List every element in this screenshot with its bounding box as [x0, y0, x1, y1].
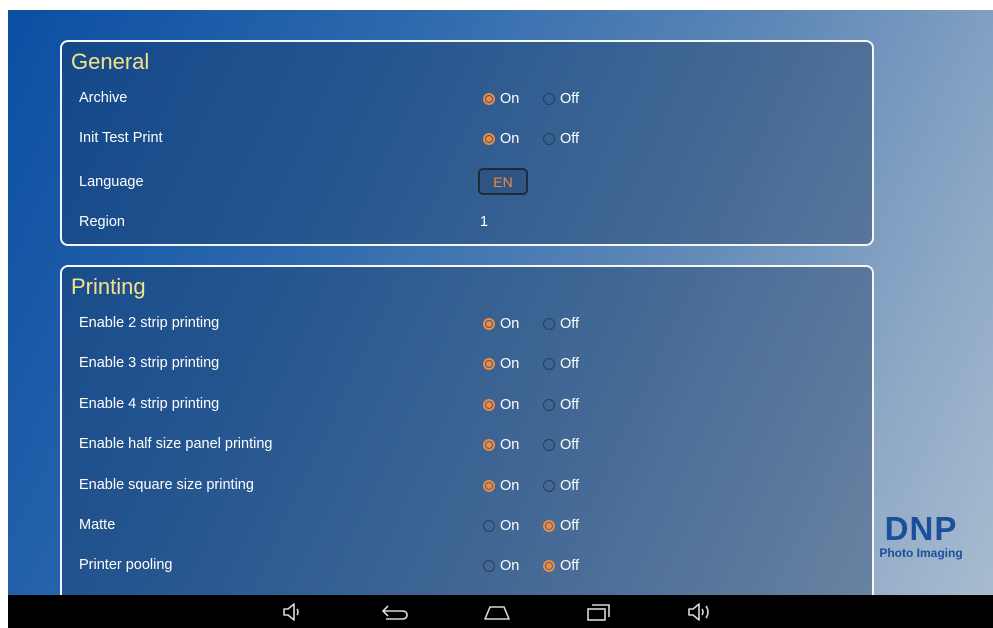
printing-row-6-off-label: Off — [560, 518, 580, 534]
printing-row-7-off-option[interactable]: Off — [543, 556, 579, 576]
radio-unchecked-icon[interactable] — [543, 93, 555, 105]
radio-unchecked-icon[interactable] — [483, 520, 495, 532]
radio-checked-icon[interactable] — [483, 93, 495, 105]
language-button[interactable]: EN — [478, 168, 528, 195]
printing-row-1-on-option[interactable]: On — [483, 314, 519, 334]
printing-row-1-label: Enable 2 strip printing — [79, 315, 220, 331]
archive-off-option[interactable]: Off — [543, 89, 579, 109]
printing-row-6-on-label: On — [500, 518, 520, 534]
radio-unchecked-icon[interactable] — [543, 480, 555, 492]
printing-row-2-off-label: Off — [560, 356, 580, 372]
printing-row-5-on-label: On — [500, 478, 520, 494]
radio-unchecked-icon[interactable] — [543, 358, 555, 370]
radio-checked-icon[interactable] — [483, 133, 495, 145]
printing-row-5: Enable square size printing On Off — [62, 471, 872, 501]
printing-row-6-off-option[interactable]: Off — [543, 516, 579, 536]
home-icon[interactable] — [477, 599, 517, 625]
radio-checked-icon[interactable] — [483, 358, 495, 370]
printing-row-1: Enable 2 strip printing On Off — [62, 309, 872, 339]
radio-unchecked-icon[interactable] — [543, 399, 555, 411]
init-test-print-label: Init Test Print — [79, 130, 163, 146]
printing-title: Printing — [71, 274, 146, 299]
init-test-print-row: Init Test Print On Off — [62, 124, 872, 154]
printing-row-7-on-label: On — [500, 558, 520, 574]
printing-row-7-label: Printer pooling — [79, 557, 173, 573]
printing-row-4-label: Enable half size panel printing — [79, 436, 273, 452]
recent-apps-icon[interactable] — [579, 599, 619, 625]
printing-row-1-off-label: Off — [560, 316, 580, 332]
radio-checked-icon[interactable] — [543, 560, 555, 572]
radio-unchecked-icon[interactable] — [483, 560, 495, 572]
archive-on-label: On — [500, 91, 520, 107]
printing-row-3-on-label: On — [500, 397, 520, 413]
dnp-logo: DNP Photo Imaging — [876, 510, 966, 569]
archive-off-label: Off — [560, 91, 580, 107]
init-test-print-on-label: On — [500, 131, 520, 147]
init-test-print-off-option[interactable]: Off — [543, 129, 579, 149]
printing-row-4-off-option[interactable]: Off — [543, 435, 579, 455]
init-test-print-off-label: Off — [560, 131, 580, 147]
archive-label: Archive — [79, 90, 128, 106]
settings-screen: General Archive On Off Init Test Print O… — [8, 10, 993, 595]
language-label: Language — [79, 174, 144, 190]
printing-row-3-off-label: Off — [560, 397, 580, 413]
printing-row-2-off-option[interactable]: Off — [543, 354, 579, 374]
logo-sub-text: Photo Imaging — [879, 546, 963, 560]
printing-panel: Printing Enable 2 strip printing On Off Ena… — [60, 265, 874, 595]
printing-row-2-label: Enable 3 strip printing — [79, 355, 220, 371]
region-row: Region 1 — [62, 208, 872, 238]
region-label: Region — [79, 214, 125, 230]
printing-row-7: Printer pooling On Off — [62, 551, 872, 581]
printing-row-3-label: Enable 4 strip printing — [79, 396, 220, 412]
printing-row-1-on-label: On — [500, 316, 520, 332]
printing-row-3-off-option[interactable]: Off — [543, 395, 579, 415]
radio-checked-icon[interactable] — [483, 480, 495, 492]
printing-row-7-off-label: Off — [560, 558, 580, 574]
printing-row-2-on-label: On — [500, 356, 520, 372]
printing-row-6: Matte On Off — [62, 511, 872, 541]
printing-row-3-on-option[interactable]: On — [483, 395, 519, 415]
radio-checked-icon[interactable] — [483, 439, 495, 451]
printing-row-6-label: Matte — [79, 517, 116, 533]
printing-row-4: Enable half size panel printing On Off — [62, 430, 872, 460]
printing-row-6-on-option[interactable]: On — [483, 516, 519, 536]
printing-row-7-on-option[interactable]: On — [483, 556, 519, 576]
radio-checked-icon[interactable] — [543, 520, 555, 532]
archive-row: Archive On Off — [62, 84, 872, 114]
region-value: 1 — [480, 214, 489, 230]
printing-row-1-off-option[interactable]: Off — [543, 314, 579, 334]
archive-on-option[interactable]: On — [483, 89, 519, 109]
navigation-bar — [8, 595, 993, 628]
printing-row-5-label: Enable square size printing — [79, 477, 254, 493]
general-panel: General Archive On Off Init Test Print O… — [60, 40, 874, 246]
printing-row-3: Enable 4 strip printing On Off — [62, 390, 872, 420]
printing-row-2-on-option[interactable]: On — [483, 354, 519, 374]
radio-unchecked-icon[interactable] — [543, 133, 555, 145]
volume-down-icon[interactable] — [273, 599, 313, 625]
volume-up-icon[interactable] — [681, 599, 721, 625]
printing-row-4-off-label: Off — [560, 437, 580, 453]
printing-row-4-on-label: On — [500, 437, 520, 453]
radio-unchecked-icon[interactable] — [543, 318, 555, 330]
radio-unchecked-icon[interactable] — [543, 439, 555, 451]
logo-main-text: DNP — [884, 510, 958, 547]
back-icon[interactable] — [375, 599, 415, 625]
printing-row-4-on-option[interactable]: On — [483, 435, 519, 455]
radio-checked-icon[interactable] — [483, 318, 495, 330]
printing-row-2: Enable 3 strip printing On Off — [62, 349, 872, 379]
language-row: Language EN — [62, 168, 872, 198]
printing-row-5-on-option[interactable]: On — [483, 476, 519, 496]
printing-row-5-off-label: Off — [560, 478, 580, 494]
init-test-print-on-option[interactable]: On — [483, 129, 519, 149]
general-title: General — [71, 49, 150, 74]
printing-row-5-off-option[interactable]: Off — [543, 476, 579, 496]
radio-checked-icon[interactable] — [483, 399, 495, 411]
